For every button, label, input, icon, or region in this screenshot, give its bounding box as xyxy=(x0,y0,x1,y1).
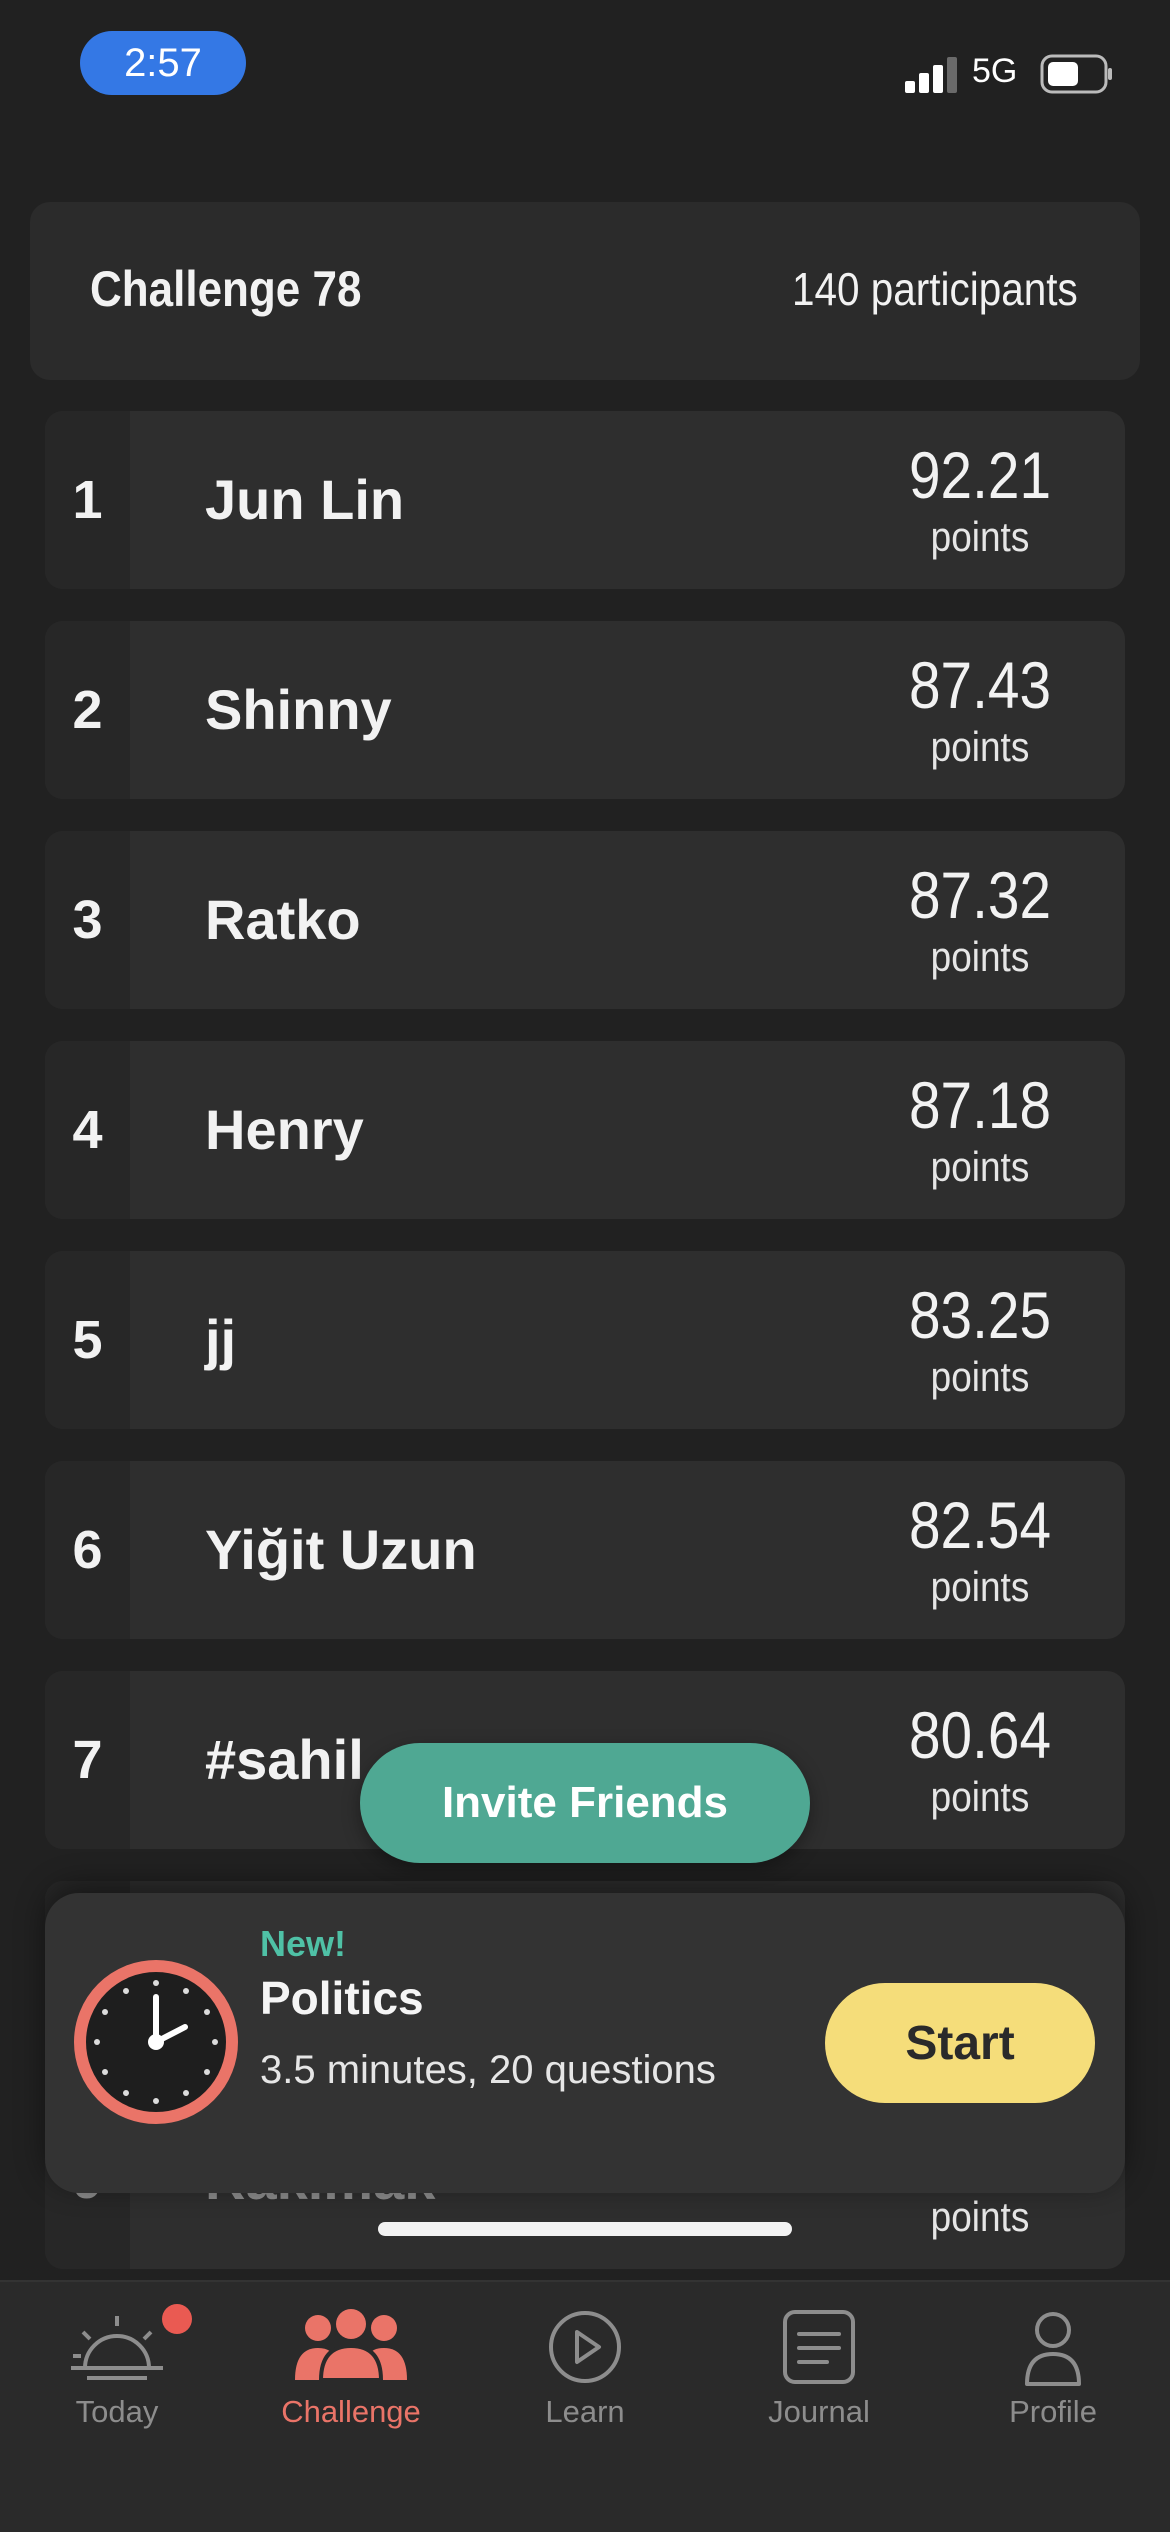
tab-bar: Today Challenge Learn Journal Profile xyxy=(0,2280,1170,2532)
player-score: 87.43 xyxy=(908,648,1052,722)
player-score: 87.32 xyxy=(908,858,1052,932)
player-name: #sahil xyxy=(205,1728,364,1791)
leaderboard-row[interactable]: 3 Ratko 87.32 points xyxy=(45,831,1125,1009)
rank-number: 4 xyxy=(72,1100,103,1160)
player-score: 87.18 xyxy=(908,1068,1052,1142)
points-label: points xyxy=(930,2193,1030,2240)
home-indicator xyxy=(378,2222,792,2236)
player-score: 92.21 xyxy=(908,438,1052,512)
player-name: Yiğit Uzun xyxy=(205,1518,477,1581)
tab-label-challenge: Challenge xyxy=(281,2394,421,2429)
tab-today[interactable]: Today xyxy=(0,2282,234,2462)
rank-number: 7 xyxy=(72,1730,103,1790)
player-name: Jun Lin xyxy=(205,468,405,531)
promo-title: Politics xyxy=(260,1972,424,2024)
network-type: 5G xyxy=(972,52,1018,90)
person-icon xyxy=(1025,2312,1081,2386)
points-label: points xyxy=(930,1563,1030,1610)
points-label: points xyxy=(930,1143,1030,1190)
promo-subtitle: 3.5 minutes, 20 questions xyxy=(260,2048,716,2092)
cellular-signal-icon xyxy=(905,57,957,93)
rank-number: 2 xyxy=(72,680,103,740)
leaderboard-row[interactable]: 5 jj 83.25 points xyxy=(45,1251,1125,1429)
points-label: points xyxy=(930,723,1030,770)
tab-journal[interactable]: Journal xyxy=(702,2282,936,2462)
player-name: Ratko xyxy=(205,888,361,951)
play-circle-icon xyxy=(549,2311,621,2383)
rank-number: 3 xyxy=(72,890,103,950)
leaderboard-row[interactable]: 4 Henry 87.18 points xyxy=(45,1041,1125,1219)
player-score: 83.25 xyxy=(908,1278,1052,1352)
leaderboard-row[interactable]: 2 Shinny 87.43 points xyxy=(45,621,1125,799)
status-bar: 2:57 5G xyxy=(0,0,1170,130)
player-name: Shinny xyxy=(205,678,392,741)
points-label: points xyxy=(930,1353,1030,1400)
leaderboard-row[interactable]: 6 Yiğit Uzun 82.54 points xyxy=(45,1461,1125,1639)
tab-label-journal: Journal xyxy=(768,2394,870,2429)
player-score: 80.64 xyxy=(908,1698,1052,1772)
points-label: points xyxy=(930,513,1030,560)
challenge-header: Challenge 78 140 participants xyxy=(30,202,1140,380)
player-name: Henry xyxy=(205,1098,364,1161)
notification-dot xyxy=(162,2304,192,2334)
rank-number: 6 xyxy=(72,1520,103,1580)
rank-number: 5 xyxy=(72,1310,103,1370)
tab-label-today: Today xyxy=(75,2394,159,2429)
journal-icon xyxy=(783,2310,855,2384)
start-button[interactable]: Start xyxy=(825,1983,1095,2103)
challenge-title: Challenge 78 xyxy=(90,261,362,317)
player-name: jj xyxy=(205,1308,237,1371)
new-badge: New! xyxy=(260,1923,347,1964)
rank-number: 1 xyxy=(72,470,103,530)
points-label: points xyxy=(930,1773,1030,1820)
tab-label-profile: Profile xyxy=(1009,2394,1097,2429)
clock-icon xyxy=(74,1960,238,2124)
promo-card[interactable]: New! Politics 3.5 minutes, 20 questions … xyxy=(45,1893,1125,2193)
group-icon xyxy=(295,2309,407,2382)
tab-challenge[interactable]: Challenge xyxy=(234,2282,468,2462)
player-score: 82.54 xyxy=(908,1488,1052,1562)
leaderboard-row[interactable]: 1 Jun Lin 92.21 points xyxy=(45,411,1125,589)
invite-friends-button[interactable]: Invite Friends xyxy=(360,1743,810,1863)
sunrise-icon xyxy=(71,2316,163,2380)
points-label: points xyxy=(930,933,1030,980)
tab-label-learn: Learn xyxy=(545,2394,625,2429)
tab-learn[interactable]: Learn xyxy=(468,2282,702,2462)
participants-count: 140 participants xyxy=(792,263,1078,315)
battery-icon xyxy=(1040,54,1112,94)
tab-profile[interactable]: Profile xyxy=(936,2282,1170,2462)
status-time: 2:57 xyxy=(80,31,246,95)
